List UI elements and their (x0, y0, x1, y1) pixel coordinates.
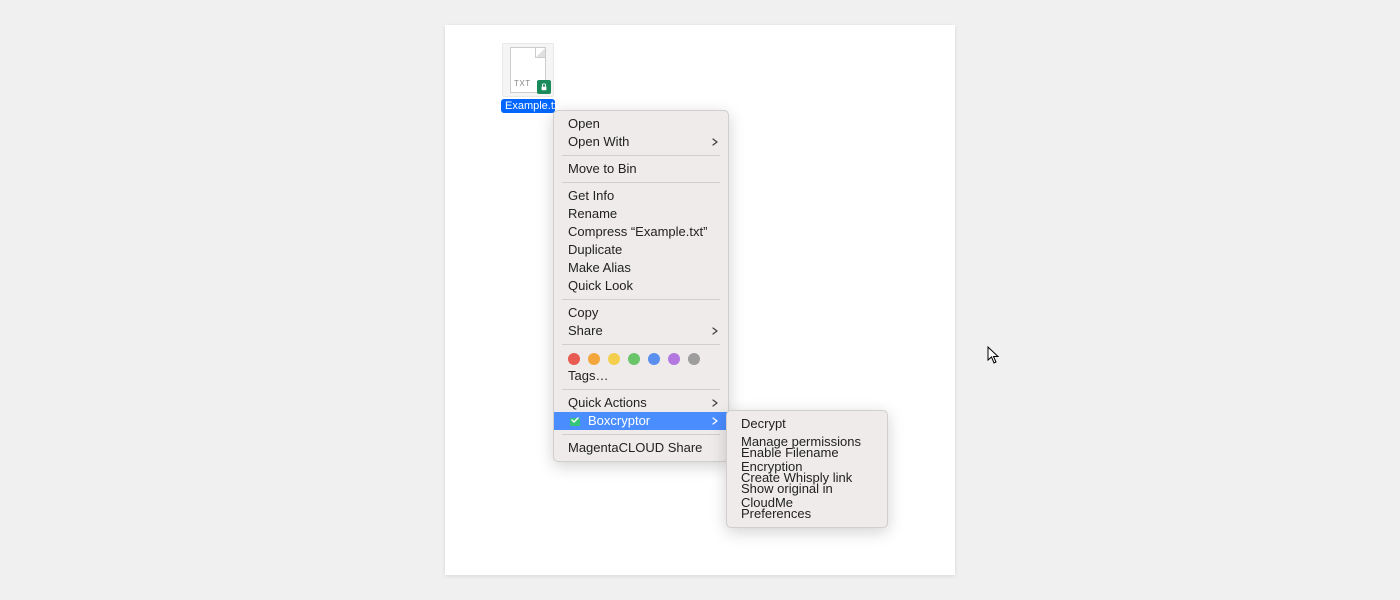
cursor-icon (987, 346, 1001, 367)
menu-get-info[interactable]: Get Info (554, 187, 728, 205)
menu-separator (562, 299, 720, 300)
menu-quick-look[interactable]: Quick Look (554, 277, 728, 295)
menu-open-with[interactable]: Open With (554, 133, 728, 151)
context-menu: Open Open With Move to Bin Get Info Rena… (553, 110, 729, 462)
menu-item-label: Quick Look (568, 279, 633, 293)
menu-copy[interactable]: Copy (554, 304, 728, 322)
tag-colors-row (554, 349, 728, 367)
menu-open[interactable]: Open (554, 115, 728, 133)
finder-window: TXT Example.txt Open Open With Move to B… (445, 25, 955, 575)
menu-separator (562, 155, 720, 156)
menu-item-label: Duplicate (568, 243, 622, 257)
menu-quick-actions[interactable]: Quick Actions (554, 394, 728, 412)
file-icon: TXT (502, 43, 554, 97)
tag-color-green[interactable] (628, 353, 640, 365)
submenu-preferences[interactable]: Preferences (727, 505, 887, 523)
tag-color-blue[interactable] (648, 353, 660, 365)
menu-item-label: Make Alias (568, 261, 631, 275)
menu-separator (562, 389, 720, 390)
tag-color-red[interactable] (568, 353, 580, 365)
chevron-right-icon (712, 399, 718, 407)
file-item[interactable]: TXT Example.txt (498, 43, 558, 113)
page-fold-icon (535, 48, 545, 58)
menu-item-label: Share (568, 324, 603, 338)
menu-item-label: Open (568, 117, 600, 131)
lock-badge-icon (537, 80, 551, 94)
menu-item-label: MagentaCLOUD Share (568, 441, 702, 455)
menu-separator (562, 344, 720, 345)
menu-item-label: Tags… (568, 369, 608, 383)
menu-item-label: Move to Bin (568, 162, 637, 176)
chevron-right-icon (712, 417, 718, 425)
menu-item-label: Copy (568, 306, 598, 320)
tag-color-purple[interactable] (668, 353, 680, 365)
menu-make-alias[interactable]: Make Alias (554, 259, 728, 277)
menu-item-label: Decrypt (741, 417, 786, 431)
boxcryptor-icon (568, 414, 582, 428)
tag-color-gray[interactable] (688, 353, 700, 365)
menu-item-label: Boxcryptor (588, 414, 650, 428)
submenu-enable-filename-encryption[interactable]: Enable Filename Encryption (727, 451, 887, 469)
menu-share[interactable]: Share (554, 322, 728, 340)
menu-magentacloud-share[interactable]: MagentaCLOUD Share (554, 439, 728, 457)
menu-item-label: Compress “Example.txt” (568, 225, 707, 239)
tag-color-orange[interactable] (588, 353, 600, 365)
menu-move-to-bin[interactable]: Move to Bin (554, 160, 728, 178)
menu-tags[interactable]: Tags… (554, 367, 728, 385)
menu-item-label: Quick Actions (568, 396, 647, 410)
menu-item-label: Rename (568, 207, 617, 221)
boxcryptor-submenu: Decrypt Manage permissions Enable Filena… (726, 410, 888, 528)
file-extension-label: TXT (514, 79, 531, 88)
menu-item-label: Open With (568, 135, 629, 149)
menu-boxcryptor[interactable]: Boxcryptor (554, 412, 728, 430)
menu-compress[interactable]: Compress “Example.txt” (554, 223, 728, 241)
menu-rename[interactable]: Rename (554, 205, 728, 223)
submenu-show-original[interactable]: Show original in CloudMe (727, 487, 887, 505)
submenu-decrypt[interactable]: Decrypt (727, 415, 887, 433)
menu-separator (562, 434, 720, 435)
menu-duplicate[interactable]: Duplicate (554, 241, 728, 259)
tag-color-yellow[interactable] (608, 353, 620, 365)
file-name-label: Example.txt (501, 99, 555, 113)
chevron-right-icon (712, 327, 718, 335)
chevron-right-icon (712, 138, 718, 146)
menu-separator (562, 182, 720, 183)
menu-item-label: Get Info (568, 189, 614, 203)
menu-item-label: Preferences (741, 507, 811, 521)
